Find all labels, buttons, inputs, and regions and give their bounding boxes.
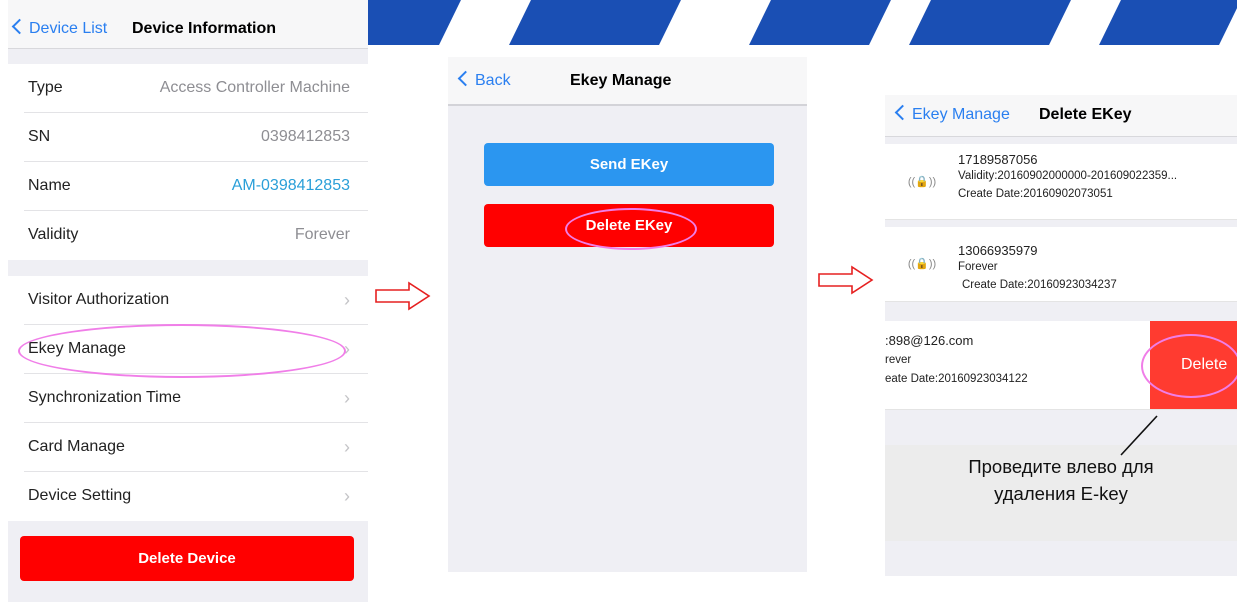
menu-item-device-setting[interactable]: Device Setting › <box>8 472 368 521</box>
caption-box: Проведите влево для удаления E-key <box>885 445 1237 541</box>
send-ekey-button[interactable]: Send EKey <box>484 143 774 186</box>
device-information-screen: Device List Device Information Type Acce… <box>8 0 368 602</box>
menu-item-label: Device Setting <box>28 487 132 504</box>
pointer-line <box>1120 415 1158 456</box>
page-title: Device Information <box>132 20 277 37</box>
right-arrow-outline-icon <box>818 265 874 295</box>
chevron-left-icon <box>11 18 28 35</box>
info-row-type: Type Access Controller Machine <box>8 64 368 113</box>
highlight-circle <box>18 324 346 378</box>
lock-signal-icon: ((🔒)) <box>907 258 937 270</box>
page-title: Ekey Manage <box>570 72 672 89</box>
chevron-left-icon <box>894 104 911 121</box>
chevron-right-icon: › <box>344 437 350 457</box>
info-row-validity: Validity Forever <box>8 211 368 260</box>
nav-bar: Back Ekey Manage <box>448 57 807 106</box>
device-name-link[interactable]: AM-0398412853 <box>232 177 350 195</box>
info-label: Name <box>28 177 71 194</box>
page-title: Delete EKey <box>1039 106 1132 123</box>
ekey-validity: Validity:20160902000000-201609022359... <box>958 170 1178 182</box>
menu-item-visitor-authorization[interactable]: Visitor Authorization › <box>8 276 368 325</box>
right-arrow-outline-icon <box>375 281 431 311</box>
nav-bar: Ekey Manage Delete EKey <box>885 95 1237 137</box>
info-value: Forever <box>294 226 350 243</box>
menu-item-card-manage[interactable]: Card Manage › <box>8 423 368 472</box>
caption-line: Проведите влево для <box>968 456 1154 477</box>
nav-bar: Device List Device Information <box>8 0 368 49</box>
highlight-circle <box>1141 334 1237 398</box>
lock-signal-icon: ((🔒)) <box>907 176 937 188</box>
info-row-name[interactable]: Name AM-0398412853 <box>8 162 368 211</box>
info-row-sn: SN 0398412853 <box>8 113 368 162</box>
delete-ekey-screen: Ekey Manage Delete EKey ((🔒)) 1718958705… <box>885 95 1237 576</box>
delete-device-button[interactable]: Delete Device <box>20 536 354 581</box>
menu-item-label: Visitor Authorization <box>28 291 170 308</box>
info-value: Access Controller Machine <box>159 79 350 96</box>
menu-item-label: Synchronization Time <box>28 389 181 406</box>
chevron-left-icon <box>457 70 474 87</box>
chevron-right-icon: › <box>344 388 350 408</box>
info-label: Validity <box>28 226 79 243</box>
highlight-circle <box>565 208 697 250</box>
ekey-validity: Forever <box>958 261 998 273</box>
ekey-phone: 13066935979 <box>958 243 1038 258</box>
ekey-phone: 17189587056 <box>958 152 1038 167</box>
ekey-list-item[interactable]: ((🔒)) 13066935979 Forever Create Date:20… <box>885 227 1237 302</box>
info-value: 0398412853 <box>261 128 350 145</box>
ekey-validity: rever <box>885 354 912 366</box>
ekey-list-item-swiped[interactable]: :898@126.com rever eate Date:20160923034… <box>885 321 1237 410</box>
info-label: SN <box>28 128 51 145</box>
back-button[interactable]: Back <box>457 70 511 90</box>
menu-item-label: Card Manage <box>28 438 125 455</box>
ekey-email: :898@126.com <box>885 333 974 348</box>
back-button[interactable]: Ekey Manage <box>894 104 1010 124</box>
ekey-create-date: Create Date:20160923034237 <box>962 279 1117 291</box>
chevron-right-icon: › <box>344 486 350 506</box>
chevron-right-icon: › <box>344 290 350 310</box>
ekey-manage-screen: Back Ekey Manage Send EKey Delete EKey <box>448 57 807 572</box>
back-button[interactable]: Device List <box>11 18 107 38</box>
caption-line: удаления E-key <box>994 483 1128 504</box>
info-label: Type <box>28 79 63 96</box>
ekey-list-item[interactable]: ((🔒)) 17189587056 Validity:2016090200000… <box>885 144 1237 220</box>
ekey-create-date: Create Date:20160902073051 <box>958 188 1113 200</box>
ekey-create-date: eate Date:20160923034122 <box>885 373 1028 385</box>
menu-item-synchronization-time[interactable]: Synchronization Time › <box>8 374 368 423</box>
